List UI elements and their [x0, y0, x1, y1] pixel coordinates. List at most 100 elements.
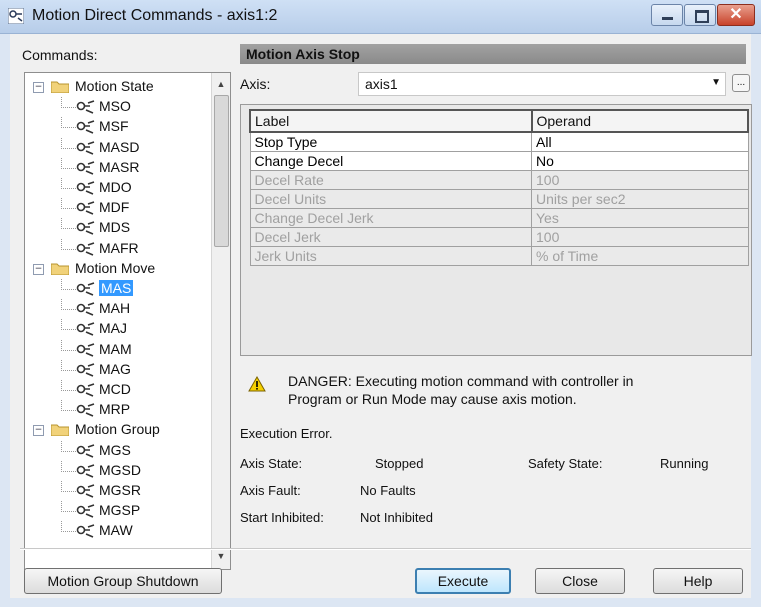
- tree-command-label: MAW: [99, 522, 133, 538]
- axis-state-label: Axis State:: [240, 456, 303, 471]
- motion-command-icon: [76, 504, 95, 518]
- motion-command-icon: [76, 302, 95, 316]
- motion-command-icon: [76, 221, 95, 235]
- execute-button[interactable]: Execute: [415, 568, 511, 594]
- collapse-icon[interactable]: −: [33, 264, 44, 275]
- safety-state-value: Running: [660, 456, 709, 471]
- tree-command-mah[interactable]: MAH: [25, 299, 211, 319]
- tree-command-label: MAS: [99, 280, 134, 296]
- close-window-button[interactable]: ✕: [717, 4, 755, 26]
- motion-command-icon: [76, 444, 95, 458]
- folder-icon: [51, 263, 69, 275]
- motion-command-icon: [76, 383, 95, 397]
- operand-row: Jerk Units% of Time: [249, 246, 749, 266]
- scrollbar-thumb[interactable]: [214, 95, 229, 247]
- tree-command-label: MDO: [99, 179, 132, 195]
- axis-fault-value: No Faults: [360, 483, 416, 498]
- title-bar: Motion Direct Commands - axis1:2 ✕: [0, 0, 761, 34]
- tree-command-maw[interactable]: MAW: [25, 521, 211, 541]
- tree-connector: [61, 158, 76, 169]
- tree-command-mdo[interactable]: MDO: [25, 178, 211, 198]
- tree-command-mcd[interactable]: MCD: [25, 380, 211, 400]
- tree-connector: [61, 198, 76, 209]
- column-header-label: Label: [249, 109, 533, 133]
- tree-command-mso[interactable]: MSO: [25, 97, 211, 117]
- tree-command-mam[interactable]: MAM: [25, 340, 211, 360]
- tree-connector: [61, 319, 76, 330]
- axis-select[interactable]: axis1 ▼: [358, 72, 726, 96]
- motion-command-icon: [76, 181, 95, 195]
- operand-row[interactable]: Change Decel No: [249, 151, 749, 171]
- operand-row-value[interactable]: All: [531, 131, 749, 152]
- tree-command-mag[interactable]: MAG: [25, 360, 211, 380]
- tree-connector: [61, 400, 76, 411]
- collapse-icon[interactable]: −: [33, 425, 44, 436]
- section-title: Motion Axis Stop: [240, 44, 746, 64]
- axis-label: Axis:: [240, 76, 271, 92]
- tree-command-masd[interactable]: MASD: [25, 138, 211, 158]
- motion-command-icon: [76, 403, 95, 417]
- tree-connector: [61, 441, 76, 452]
- close-button[interactable]: Close: [535, 568, 625, 594]
- tree-command-mafr[interactable]: MAFR: [25, 239, 211, 259]
- tree-command-label: MCD: [99, 381, 131, 397]
- commands-tree[interactable]: − Motion State MSO MSF MASD MASR MDO MDF MDS MAFR…: [24, 72, 231, 570]
- tree-command-mgs[interactable]: MGS: [25, 441, 211, 461]
- tree-connector: [61, 279, 76, 290]
- tree-command-label: MRP: [99, 401, 131, 417]
- start-inhibited-label: Start Inhibited:: [240, 510, 324, 525]
- motion-command-icon: [76, 484, 95, 498]
- commands-label: Commands:: [22, 47, 98, 63]
- tree-group[interactable]: − Motion State: [25, 77, 211, 97]
- column-header-operand: Operand: [530, 109, 749, 133]
- window-title: Motion Direct Commands - axis1:2: [32, 7, 278, 24]
- tree-command-mdf[interactable]: MDF: [25, 198, 211, 218]
- tree-command-mgsd[interactable]: MGSD: [25, 461, 211, 481]
- chevron-down-icon[interactable]: ▼: [711, 77, 721, 88]
- start-inhibited-value: Not Inhibited: [360, 510, 433, 525]
- tree-group[interactable]: − Motion Move: [25, 259, 211, 279]
- tree-command-label: MAFR: [99, 240, 139, 256]
- motion-command-icon: [8, 8, 24, 24]
- tree-group-label: Motion Group: [75, 421, 160, 437]
- tree-command-maj[interactable]: MAJ: [25, 319, 211, 339]
- tree-command-mrp[interactable]: MRP: [25, 400, 211, 420]
- tree-connector: [61, 117, 76, 128]
- motion-group-shutdown-button[interactable]: Motion Group Shutdown: [24, 568, 222, 594]
- tree-group[interactable]: − Motion Group: [25, 420, 211, 440]
- folder-icon: [51, 81, 69, 93]
- scroll-up-icon[interactable]: ▲: [212, 75, 230, 93]
- tree-command-mgsr[interactable]: MGSR: [25, 481, 211, 501]
- operand-row-label: Decel Rate: [249, 170, 532, 190]
- tree-command-label: MASD: [99, 139, 140, 155]
- operand-row-value: 100: [531, 227, 749, 247]
- tree-command-label: MGSD: [99, 462, 141, 478]
- tree-command-msf[interactable]: MSF: [25, 117, 211, 137]
- safety-state-label: Safety State:: [528, 456, 603, 471]
- operand-row-label: Jerk Units: [249, 246, 532, 266]
- tree-command-masr[interactable]: MASR: [25, 158, 211, 178]
- tree-connector: [61, 138, 76, 149]
- axis-fault-label: Axis Fault:: [240, 483, 301, 498]
- minimize-button[interactable]: [651, 4, 683, 26]
- maximize-icon: [695, 10, 709, 23]
- tree-command-mds[interactable]: MDS: [25, 218, 211, 238]
- operand-row-value[interactable]: No: [531, 151, 749, 171]
- operand-row-label: Decel Units: [249, 189, 532, 209]
- tree-scrollbar[interactable]: ▲ ▼: [211, 73, 230, 569]
- maximize-button[interactable]: [684, 4, 716, 26]
- tree-command-label: MDS: [99, 219, 131, 235]
- tree-group-label: Motion Move: [75, 260, 156, 276]
- collapse-icon[interactable]: −: [33, 82, 44, 93]
- tree-command-mas[interactable]: MAS: [25, 279, 211, 299]
- operand-row[interactable]: Stop Type All: [249, 131, 749, 152]
- axis-browse-button[interactable]: ...: [732, 74, 750, 92]
- operand-row-value: Yes: [531, 208, 749, 228]
- operand-row: Decel Units Units per sec2: [249, 189, 749, 209]
- tree-command-mgsp[interactable]: MGSP: [25, 501, 211, 521]
- axis-state-value: Stopped: [375, 456, 424, 471]
- help-button[interactable]: Help: [653, 568, 743, 594]
- motion-command-icon: [76, 343, 95, 357]
- tree-connector: [61, 380, 76, 391]
- danger-warning: DANGER: Executing motion command with co…: [288, 372, 668, 408]
